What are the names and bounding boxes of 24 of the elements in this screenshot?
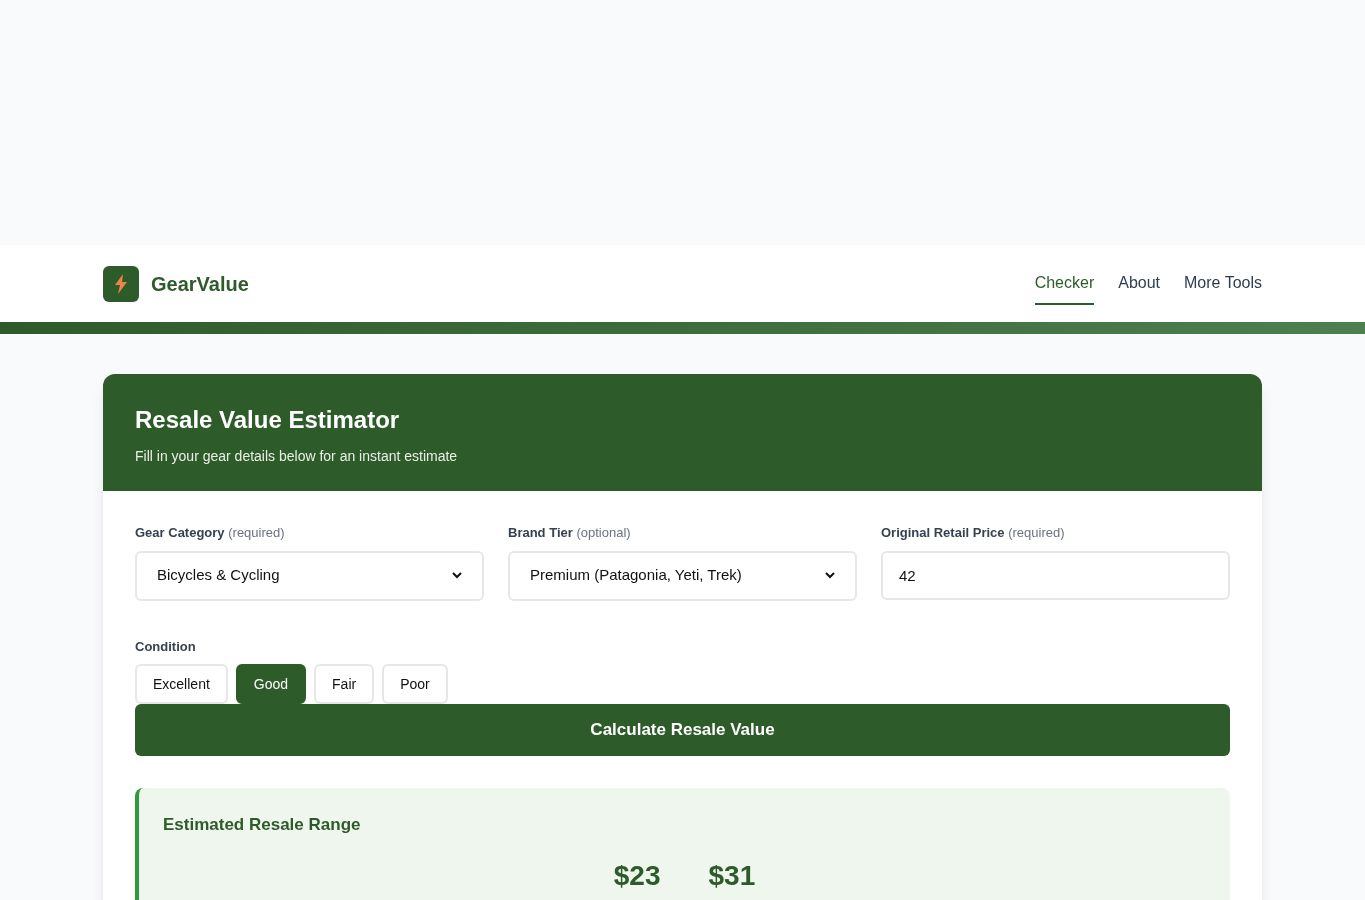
- field-label: Gear Category (required): [135, 524, 286, 542]
- dropdown-field[interactable]: Premium (Patagonia, Yeti, Trek): [508, 550, 857, 601]
- high-estimate: $31: [708, 861, 756, 890]
- brand-name: GearValue: [151, 271, 249, 297]
- condition-option[interactable]: Excellent: [135, 664, 228, 704]
- field-label: Original Retail Price (required): [881, 524, 1066, 542]
- nav-link[interactable]: More Tools: [1184, 262, 1262, 305]
- logo-icon: [103, 265, 139, 302]
- condition-option[interactable]: Good: [235, 664, 307, 704]
- chevron-icon: [452, 572, 462, 579]
- price-field[interactable]: 42: [881, 550, 1230, 600]
- card-title: Resale Value Estimator: [135, 405, 401, 435]
- card-subtitle: Fill in your gear details below for an instant estimate: [135, 447, 459, 466]
- chevron-icon: [825, 572, 835, 579]
- dropdown-field[interactable]: Bicycles & Cycling: [135, 550, 484, 601]
- condition-label: Condition: [135, 637, 197, 656]
- condition-option[interactable]: Fair: [314, 664, 375, 704]
- field-label: Brand Tier (optional): [508, 524, 632, 542]
- low-estimate: $23: [613, 861, 661, 890]
- result-title: Estimated Resale Range: [163, 814, 362, 836]
- condition-option[interactable]: Poor: [382, 664, 448, 704]
- nav-link[interactable]: About: [1118, 262, 1161, 305]
- calculate-button[interactable]: Calculate Resale Value: [135, 704, 1230, 756]
- nav-link[interactable]: Checker: [1034, 262, 1095, 305]
